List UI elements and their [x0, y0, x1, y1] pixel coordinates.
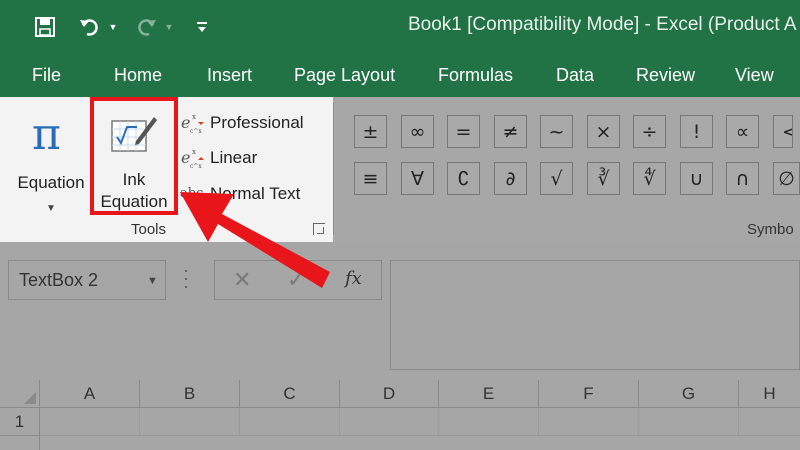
svg-text:x: x [192, 113, 196, 121]
redo-icon[interactable] [132, 10, 160, 44]
symbol-union[interactable]: ∪ [680, 162, 713, 195]
ribbon-tabs: File Home Insert Page Layout Formulas Da… [0, 55, 800, 97]
tools-group-label: Tools [131, 221, 167, 238]
ink-equation-button[interactable]: Ink Equation [90, 97, 178, 215]
column-header-g[interactable]: G [639, 380, 739, 408]
undo-dropdown-icon[interactable]: ▼ [106, 10, 120, 44]
tab-view[interactable]: View [735, 65, 774, 86]
save-icon[interactable] [30, 10, 60, 44]
chevron-down-icon: ▼ [46, 203, 56, 214]
window-title: Book1 [Compatibility Mode] - Excel (Prod… [408, 14, 797, 35]
equation-button[interactable]: π Equation ▼ [10, 107, 92, 217]
insert-function-icon[interactable]: fx [345, 268, 362, 289]
name-box-value: TextBox 2 [19, 270, 99, 290]
tab-review[interactable]: Review [636, 65, 695, 86]
column-header-h[interactable]: H [739, 380, 800, 408]
cancel-icon[interactable]: ✕ [233, 267, 251, 293]
column-header-d[interactable]: D [340, 380, 439, 408]
title-bar: ▼ ▼ Book1 [Compatibility Mode] - Excel (… [0, 0, 800, 55]
column-header-f[interactable]: F [539, 380, 639, 408]
symbol-not-equal[interactable]: ≠ [494, 115, 527, 148]
formula-input[interactable] [390, 260, 800, 370]
symbol-square-root[interactable]: √ [540, 162, 573, 195]
select-all-button[interactable] [0, 380, 40, 408]
symbol-partial[interactable]: ∂ [494, 162, 527, 195]
linear-format-icon: e x c^x [181, 148, 204, 170]
undo-icon[interactable] [76, 10, 104, 44]
symbols-group-label: Symbo [747, 221, 794, 238]
cell-g1[interactable] [639, 408, 739, 436]
equation-label: Equation [17, 173, 85, 192]
symbol-for-all[interactable]: ∀ [401, 162, 434, 195]
normal-text-button[interactable]: abc Normal Text [180, 180, 300, 208]
column-header-c[interactable]: C [240, 380, 340, 408]
symbol-infinity[interactable]: ∞ [401, 115, 434, 148]
symbol-factorial[interactable]: ! [680, 115, 713, 148]
formula-bar-area: TextBox 2 ▼ · · · ✕ ✓ fx [0, 242, 800, 380]
svg-text:c^x: c^x [190, 163, 202, 170]
tab-formulas[interactable]: Formulas [438, 65, 513, 86]
symbol-intersection[interactable]: ∩ [726, 162, 759, 195]
enter-icon[interactable]: ✓ [287, 267, 305, 293]
linear-label: Linear [210, 148, 258, 167]
svg-text:x: x [192, 148, 196, 156]
row-header-2[interactable] [0, 436, 40, 450]
symbol-empty-set[interactable]: ∅ [773, 162, 800, 195]
symbol-equals[interactable]: = [447, 115, 480, 148]
cell-a1[interactable] [40, 408, 140, 436]
column-header-a[interactable]: A [40, 380, 140, 408]
tab-home[interactable]: Home [114, 65, 162, 86]
tab-data[interactable]: Data [556, 65, 594, 86]
tab-page-layout[interactable]: Page Layout [294, 65, 395, 86]
professional-label: Professional [210, 113, 304, 132]
column-header-b[interactable]: B [140, 380, 240, 408]
symbol-identical[interactable]: ≡ [354, 162, 387, 195]
ribbon-body: π Equation ▼ Ink Equation e x c^x Profes… [0, 97, 800, 242]
row-header-1[interactable]: 1 [0, 408, 40, 436]
symbol-times[interactable]: × [587, 115, 620, 148]
tab-insert[interactable]: Insert [207, 65, 252, 86]
normal-text-icon: abc [180, 186, 204, 201]
customize-qat-icon[interactable] [194, 10, 210, 44]
dialog-launcher-icon[interactable] [313, 223, 325, 235]
svg-text:c^x: c^x [190, 128, 202, 135]
formula-controls: ✕ ✓ fx [214, 260, 382, 300]
ink-label-line1: Ink [122, 170, 146, 189]
ink-equation-icon [111, 117, 157, 152]
symbol-proportional[interactable]: ∝ [726, 115, 759, 148]
worksheet-grid: A B C D E F G H 1 [0, 380, 800, 450]
cell-f1[interactable] [539, 408, 639, 436]
linear-button[interactable]: e x c^x Linear [180, 144, 257, 172]
professional-format-icon: e x c^x [181, 113, 204, 135]
cell-c1[interactable] [240, 408, 340, 436]
symbols-group: ± ∞ = ≠ ~ × ÷ ! ∝ < ≡ ∀ ∁ ∂ √ ∛ ∜ ∪ ∩ ∅ … [334, 97, 800, 242]
resize-handle-icon[interactable]: · · · [183, 261, 189, 295]
symbol-fourth-root[interactable]: ∜ [633, 162, 666, 195]
chevron-down-icon[interactable]: ▼ [147, 275, 158, 287]
tools-group: π Equation ▼ Ink Equation e x c^x Profes… [0, 97, 333, 242]
cell-b1[interactable] [140, 408, 240, 436]
symbol-plus-minus[interactable]: ± [354, 115, 387, 148]
pi-icon: π [32, 109, 61, 160]
symbol-less-than[interactable]: < [773, 115, 793, 148]
symbol-cube-root[interactable]: ∛ [587, 162, 620, 195]
cell-h1[interactable] [739, 408, 800, 436]
symbol-complement[interactable]: ∁ [447, 162, 480, 195]
ink-label-line2: Equation [100, 192, 168, 211]
normal-text-label: Normal Text [210, 184, 301, 203]
symbol-tilde[interactable]: ~ [540, 115, 573, 148]
column-header-e[interactable]: E [439, 380, 539, 408]
redo-dropdown-icon[interactable]: ▼ [162, 10, 176, 44]
tab-file[interactable]: File [32, 65, 61, 86]
name-box[interactable]: TextBox 2 ▼ [8, 260, 166, 300]
cell-e1[interactable] [439, 408, 539, 436]
professional-button[interactable]: e x c^x Professional [180, 109, 304, 137]
symbol-divide[interactable]: ÷ [633, 115, 666, 148]
cell-d1[interactable] [340, 408, 439, 436]
